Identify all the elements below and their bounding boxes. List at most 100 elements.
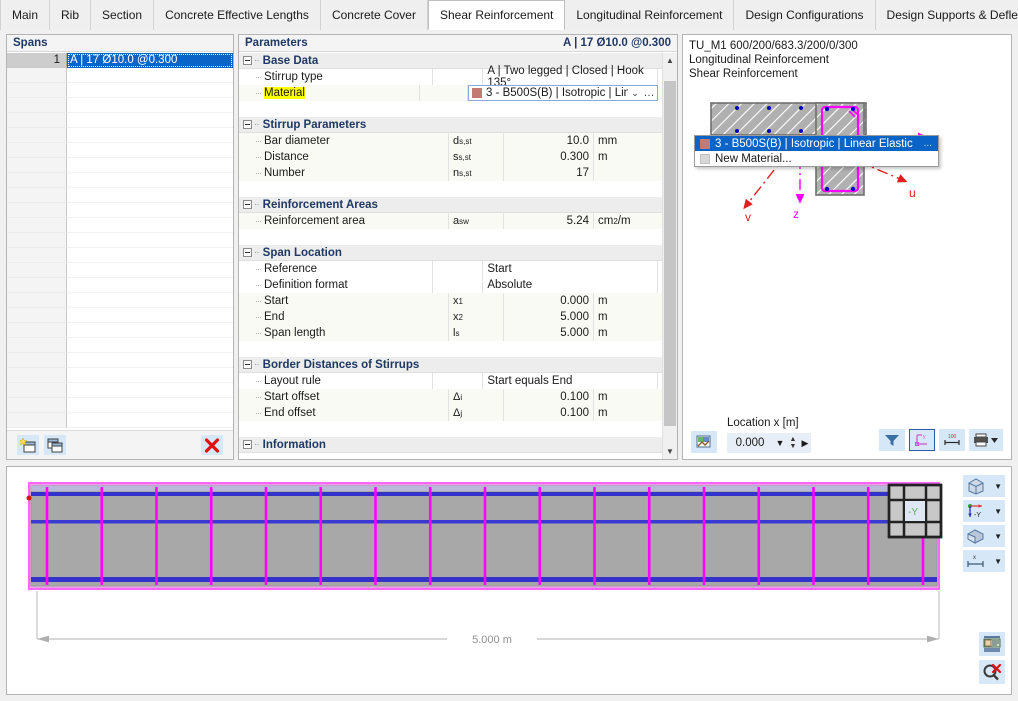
filter-button[interactable] [879, 429, 905, 451]
span-description-empty[interactable] [67, 233, 233, 248]
view-mode-button[interactable]: ▼ [963, 475, 1005, 497]
span-description-empty[interactable] [67, 398, 233, 413]
parameter-row[interactable]: ··· Bar diameter d s,st 10.0 mm [239, 133, 662, 149]
spans-empty-row[interactable] [7, 203, 233, 218]
tab-rib[interactable]: Rib [50, 0, 92, 30]
span-description-empty[interactable] [67, 113, 233, 128]
result-table-button[interactable] [979, 632, 1005, 656]
span-description-empty[interactable] [67, 413, 233, 428]
chevron-down-icon[interactable]: ▼ [994, 507, 1002, 516]
parameter-value-cell[interactable]: 10.0 [504, 133, 594, 149]
spans-empty-row[interactable] [7, 83, 233, 98]
spans-empty-row[interactable] [7, 293, 233, 308]
parameter-row[interactable]: ··· Reinforcement area a sw 5.24 cm 2/m [239, 213, 662, 229]
parameter-row[interactable]: ··· Stirrup type A | Two legged | Closed |… [239, 65, 662, 89]
spans-empty-row[interactable] [7, 263, 233, 278]
span-description-empty[interactable] [67, 203, 233, 218]
parameter-value-cell[interactable]: Start [483, 261, 658, 277]
material-option-ellipsis[interactable]: ... [924, 138, 936, 149]
span-description-empty[interactable] [67, 158, 233, 173]
spans-row[interactable]: 1A | 17 Ø10.0 @0.300 [7, 53, 233, 68]
parameter-row[interactable]: ··· End x 2 5.000 m [239, 309, 662, 325]
spans-empty-row[interactable] [7, 98, 233, 113]
span-description-empty[interactable] [67, 218, 233, 233]
span-description-empty[interactable] [67, 98, 233, 113]
material-option[interactable]: 3 - B500S(B) | Isotropic | Linear Elasti… [695, 136, 938, 151]
beam-view-canvas[interactable]: -Y 5.000 m ▼ -Y ▼ ▼ x ▼ [7, 467, 1011, 694]
collapse-icon[interactable] [243, 200, 252, 209]
collapse-icon[interactable] [243, 360, 252, 369]
span-description-empty[interactable] [67, 83, 233, 98]
parameter-row[interactable]: ··· Start offset Δi 0.100 m [239, 389, 662, 405]
material-option[interactable]: New Material... [695, 151, 938, 166]
spans-empty-row[interactable] [7, 143, 233, 158]
span-description-empty[interactable] [67, 383, 233, 398]
view-cube[interactable]: -Y [887, 483, 943, 539]
spans-empty-row[interactable] [7, 278, 233, 293]
scroll-up-button[interactable]: ▲ [663, 53, 677, 68]
collapse-icon[interactable] [243, 120, 252, 129]
span-description-empty[interactable] [67, 293, 233, 308]
parameter-row[interactable]: ··· Number n s,st 17 [239, 165, 662, 181]
new-span-button[interactable] [17, 435, 39, 455]
next-location-icon[interactable]: ▶ [799, 438, 811, 449]
spans-empty-row[interactable] [7, 218, 233, 233]
span-description-empty[interactable] [67, 128, 233, 143]
parameter-value-cell[interactable]: 5.24 [504, 213, 594, 229]
chevron-down-icon[interactable]: ⌄ [628, 88, 642, 99]
print-button[interactable] [969, 429, 1003, 451]
tab-longitudinal-reinforcement[interactable]: Longitudinal Reinforcement [565, 0, 735, 30]
spans-empty-row[interactable] [7, 158, 233, 173]
delete-span-button[interactable] [201, 435, 223, 455]
parameter-row[interactable]: ··· Start x 1 0.000 m [239, 293, 662, 309]
parameter-value-cell[interactable]: Start equals End [483, 373, 658, 389]
parameter-value-cell[interactable]: Absolute [483, 277, 658, 293]
span-description-empty[interactable] [67, 308, 233, 323]
material-dropdown-list[interactable]: 3 - B500S(B) | Isotropic | Linear Elasti… [694, 135, 939, 167]
spans-empty-row[interactable] [7, 173, 233, 188]
material-ellipsis-button[interactable]: … [642, 87, 656, 99]
spans-empty-row[interactable] [7, 128, 233, 143]
span-description-empty[interactable] [67, 188, 233, 203]
dimension-button[interactable]: 100 [939, 429, 965, 451]
span-description-empty[interactable] [67, 323, 233, 338]
parameter-value-cell[interactable]: 5.000 [504, 309, 594, 325]
axis-display-button[interactable]: -Y ▼ [963, 500, 1005, 522]
location-value[interactable]: 0.000 [727, 437, 773, 449]
render-mode-button[interactable] [691, 431, 717, 453]
span-description-empty[interactable] [67, 263, 233, 278]
span-description-empty[interactable] [67, 368, 233, 383]
span-description-empty[interactable] [67, 338, 233, 353]
spans-grid[interactable]: 1A | 17 Ø10.0 @0.300 [7, 53, 233, 429]
span-description-empty[interactable] [67, 173, 233, 188]
spans-empty-row[interactable] [7, 323, 233, 338]
parameter-row[interactable]: ··· Reference Start [239, 261, 662, 277]
spinner-arrows-icon[interactable]: ▲ ▼ [787, 436, 799, 450]
spans-empty-row[interactable] [7, 353, 233, 368]
render-style-button[interactable]: ▼ [963, 525, 1005, 547]
parameters-scrollbar[interactable]: ▲ ▼ [662, 53, 677, 459]
parameter-row[interactable]: ··· Span length l s 5.000 m [239, 325, 662, 341]
tab-design-configurations[interactable]: Design Configurations [734, 0, 876, 30]
spans-empty-row[interactable] [7, 308, 233, 323]
parameter-value-cell[interactable]: 0.100 [504, 405, 594, 421]
collapse-icon[interactable] [243, 56, 252, 65]
collapse-icon[interactable] [243, 440, 252, 449]
parameter-row[interactable]: ··· End offset Δj 0.100 m [239, 405, 662, 421]
spans-empty-row[interactable] [7, 338, 233, 353]
parameter-row[interactable]: ··· Definition format Absolute [239, 277, 662, 293]
spans-empty-row[interactable] [7, 368, 233, 383]
clear-selection-button[interactable] [979, 660, 1005, 684]
spans-empty-row[interactable] [7, 383, 233, 398]
spans-empty-row[interactable] [7, 233, 233, 248]
tab-section[interactable]: Section [91, 0, 155, 30]
parameter-value-cell[interactable]: 17 [504, 165, 594, 181]
scrollbar-thumb[interactable] [664, 81, 676, 426]
scroll-down-button[interactable]: ▼ [663, 444, 677, 459]
spans-empty-row[interactable] [7, 413, 233, 428]
parameter-value-cell[interactable]: 0.100 [504, 389, 594, 405]
parameter-value-cell[interactable]: 5.000 [504, 325, 594, 341]
spans-empty-row[interactable] [7, 68, 233, 83]
parameter-group-header[interactable]: ·· Information [239, 437, 662, 453]
span-description-empty[interactable] [67, 278, 233, 293]
